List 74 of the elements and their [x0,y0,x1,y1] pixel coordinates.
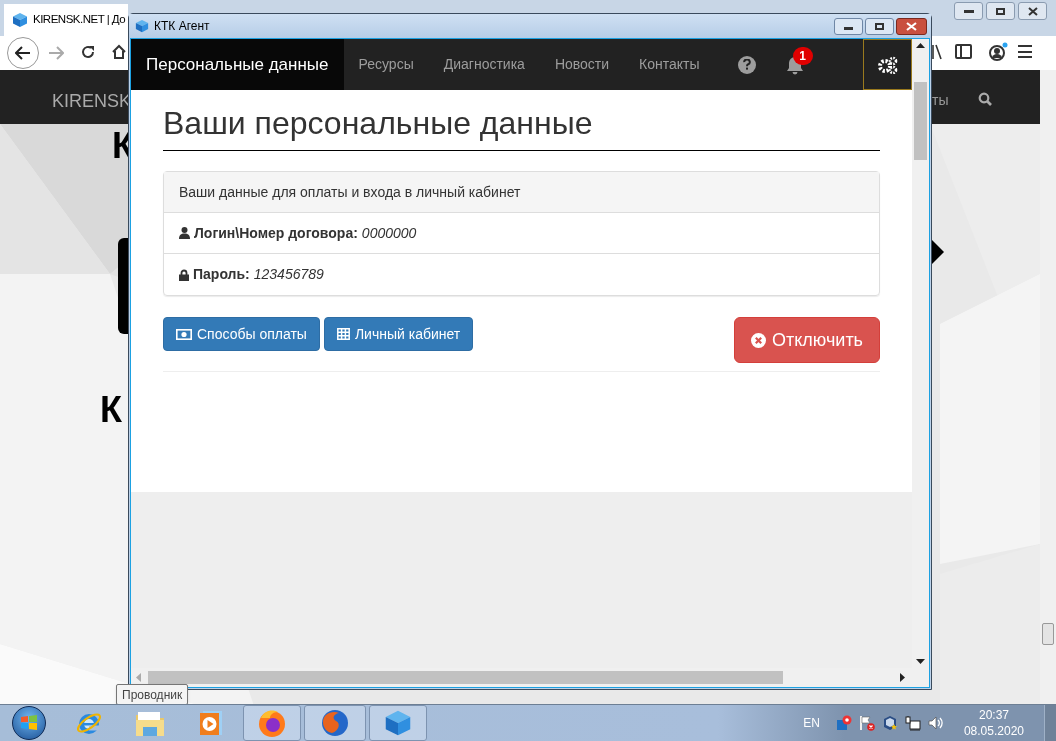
account-icon[interactable] [988,42,1008,62]
panel-heading: Ваши данные для оплаты и входа в личный кабинет [179,182,521,202]
action-button[interactable]: Личный кабинет [323,317,474,351]
pin-icon[interactable] [835,715,852,731]
network-icon[interactable] [904,715,921,731]
nav-tab[interactable]: Контакты [624,39,715,90]
field-value: 123456789 [253,265,324,284]
scroll-up-icon[interactable] [916,43,925,48]
scrollbar[interactable] [131,668,929,687]
cube-icon [135,19,149,33]
taskbar-app[interactable] [304,705,366,741]
nav-tab[interactable]: Ресурсы [343,39,429,90]
menu-icon[interactable] [1018,45,1032,58]
help-icon[interactable] [737,55,756,74]
folder-icon [135,709,165,737]
table-icon [336,328,350,340]
nav-tab[interactable]: Персональные данные [131,39,344,90]
gears-icon [876,55,899,74]
scroll-thumb[interactable] [1042,623,1054,645]
minimize-button[interactable] [954,2,983,20]
cube-icon [12,12,28,28]
search-icon[interactable] [978,92,992,106]
action-button[interactable]: Способы оплаты [163,317,320,351]
page-heading: К [100,392,122,428]
scroll-thumb[interactable] [914,82,927,160]
window-title: КТК Агент [154,18,210,35]
scroll-thumb[interactable] [148,671,783,684]
field-label: Пароль: [193,265,250,284]
play-icon [198,709,224,737]
nav-link[interactable]: ты [932,90,949,111]
close-icon [1027,6,1038,16]
reload-icon[interactable] [80,44,96,60]
taskbar-app[interactable] [243,705,301,741]
close-button[interactable] [1018,2,1047,20]
lock-icon [179,268,189,281]
site-logo[interactable]: KIRENSK [52,88,132,115]
fox-globe-icon [320,708,350,738]
settings-button[interactable] [863,39,912,90]
user-icon [179,227,190,239]
nav-tab[interactable]: Диагностика [428,39,540,90]
fox-globe-icon [257,708,287,738]
close-button[interactable] [896,17,927,35]
page-title: Ваши персональные данные [163,103,880,151]
close-circle-icon [751,332,766,348]
back-arrow-icon [15,46,31,60]
disconnect-button[interactable]: Отключить [734,317,880,363]
windows-logo-icon [20,715,38,731]
minimize-button[interactable] [834,17,863,35]
nav-tab[interactable]: Новости [539,39,625,90]
field-label: Логин\Номер договора: [194,223,358,243]
taskbar-app[interactable] [369,705,427,741]
field-value: 0000000 [361,223,417,243]
cube-icon [384,709,412,737]
clock[interactable]: 20:37 08.05.2020 [963,707,1024,739]
clock-date: 08.05.2020 [963,723,1024,739]
browser-tab[interactable]: KIRENSK.NET | До [4,4,128,36]
tooltip: Проводник [116,684,189,705]
notification-badge: 1 [792,46,813,65]
restore-button[interactable] [986,2,1015,20]
close-icon [906,21,917,31]
clock-time: 20:37 [978,707,1009,723]
maximize-button[interactable] [865,17,894,35]
sidebar-icon[interactable] [955,44,972,59]
star-box-icon[interactable] [881,715,898,731]
speaker-icon[interactable] [927,715,944,731]
scrollbar[interactable] [1040,70,1056,704]
scroll-right-icon[interactable] [900,673,905,682]
start-button[interactable] [12,706,46,740]
home-icon[interactable] [111,44,127,60]
library-icon[interactable] [932,44,942,60]
flag-error-icon[interactable] [858,715,875,731]
money-icon [176,328,192,340]
scrollbar[interactable] [912,39,929,668]
scroll-down-icon[interactable] [916,659,925,664]
